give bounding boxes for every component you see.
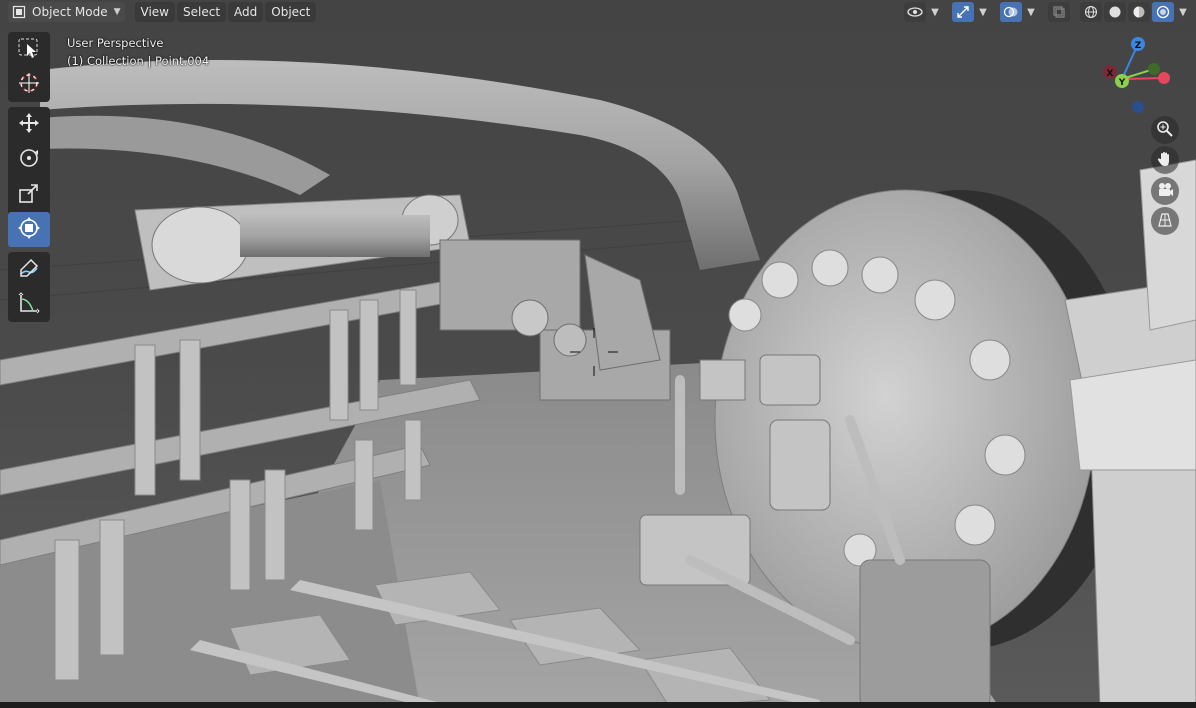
material-shading-icon[interactable] [1128,2,1150,22]
rotate-tool[interactable] [8,142,50,177]
collection-info: (1) Collection | Point.004 [67,54,210,68]
pan-hand-icon [1156,150,1174,171]
chevron-down-icon[interactable]: ▼ [928,2,942,22]
chevron-down-icon[interactable]: ▼ [1024,2,1038,22]
chevron-down-icon[interactable]: ▼ [976,2,990,22]
gizmo-y-label: Y [1118,78,1126,88]
navigation-gizmo[interactable]: Z X Y [1096,32,1184,116]
toolbar-transform-group [8,107,50,247]
move-tool[interactable] [8,107,50,142]
object-mode-icon [12,5,26,19]
menu-object[interactable]: Object [265,2,317,22]
select-box-tool[interactable] [8,32,50,67]
scale-icon [17,181,41,208]
zoom-button[interactable] [1151,116,1179,144]
mode-selector[interactable]: Object Mode ▼ [8,2,125,22]
measure-icon [17,291,41,318]
transform-tool[interactable] [8,212,50,247]
orthographic-toggle-button[interactable] [1151,207,1179,235]
xray-icon[interactable] [1048,2,1070,22]
select-box-icon [17,36,41,63]
move-icon [17,111,41,138]
pan-button[interactable] [1151,146,1179,174]
orthographic-grid-icon [1156,211,1174,232]
menu-view[interactable]: View [134,2,175,22]
menu-add[interactable]: Add [228,2,264,22]
overlay-icon[interactable] [1000,2,1022,22]
rendered-shading-icon[interactable] [1152,2,1174,22]
header-right-controls: ▼ ▼ ▼ ▼ [904,2,1190,22]
zoom-icon [1156,120,1174,141]
scale-tool[interactable] [8,177,50,212]
annotate-tool[interactable] [8,252,50,287]
toolbar-select-group [8,32,50,102]
mode-label: Object Mode [32,5,108,19]
visibility-icon[interactable] [904,2,926,22]
wireframe-shading-icon[interactable] [1080,2,1102,22]
viewport-bottom-border [0,702,1196,708]
camera-view-icon [1156,181,1174,202]
rotate-icon [17,146,41,173]
chevron-down-icon: ▼ [113,7,121,17]
gizmo-toggle-icon[interactable] [952,2,974,22]
transform-icon [17,216,41,243]
camera-view-button[interactable] [1151,177,1179,205]
toolbar-annotate-group [8,252,50,322]
3d-viewport[interactable]: Object Mode ▼ View Select Add Object ▼ ▼… [0,0,1196,708]
measure-tool[interactable] [8,287,50,322]
chevron-down-icon[interactable]: ▼ [1176,2,1190,22]
gizmo-z-label: Z [1135,41,1142,51]
cursor-icon [17,71,41,98]
menu-select[interactable]: Select [177,2,227,22]
annotate-icon [17,256,41,283]
cursor-tool[interactable] [8,67,50,102]
viewport-info: User Perspective (1) Collection | Point.… [67,34,209,70]
solid-shading-icon[interactable] [1104,2,1126,22]
perspective-label: User Perspective [67,36,164,50]
gizmo-x-label: X [1107,69,1114,79]
viewport-render [0,0,1196,708]
